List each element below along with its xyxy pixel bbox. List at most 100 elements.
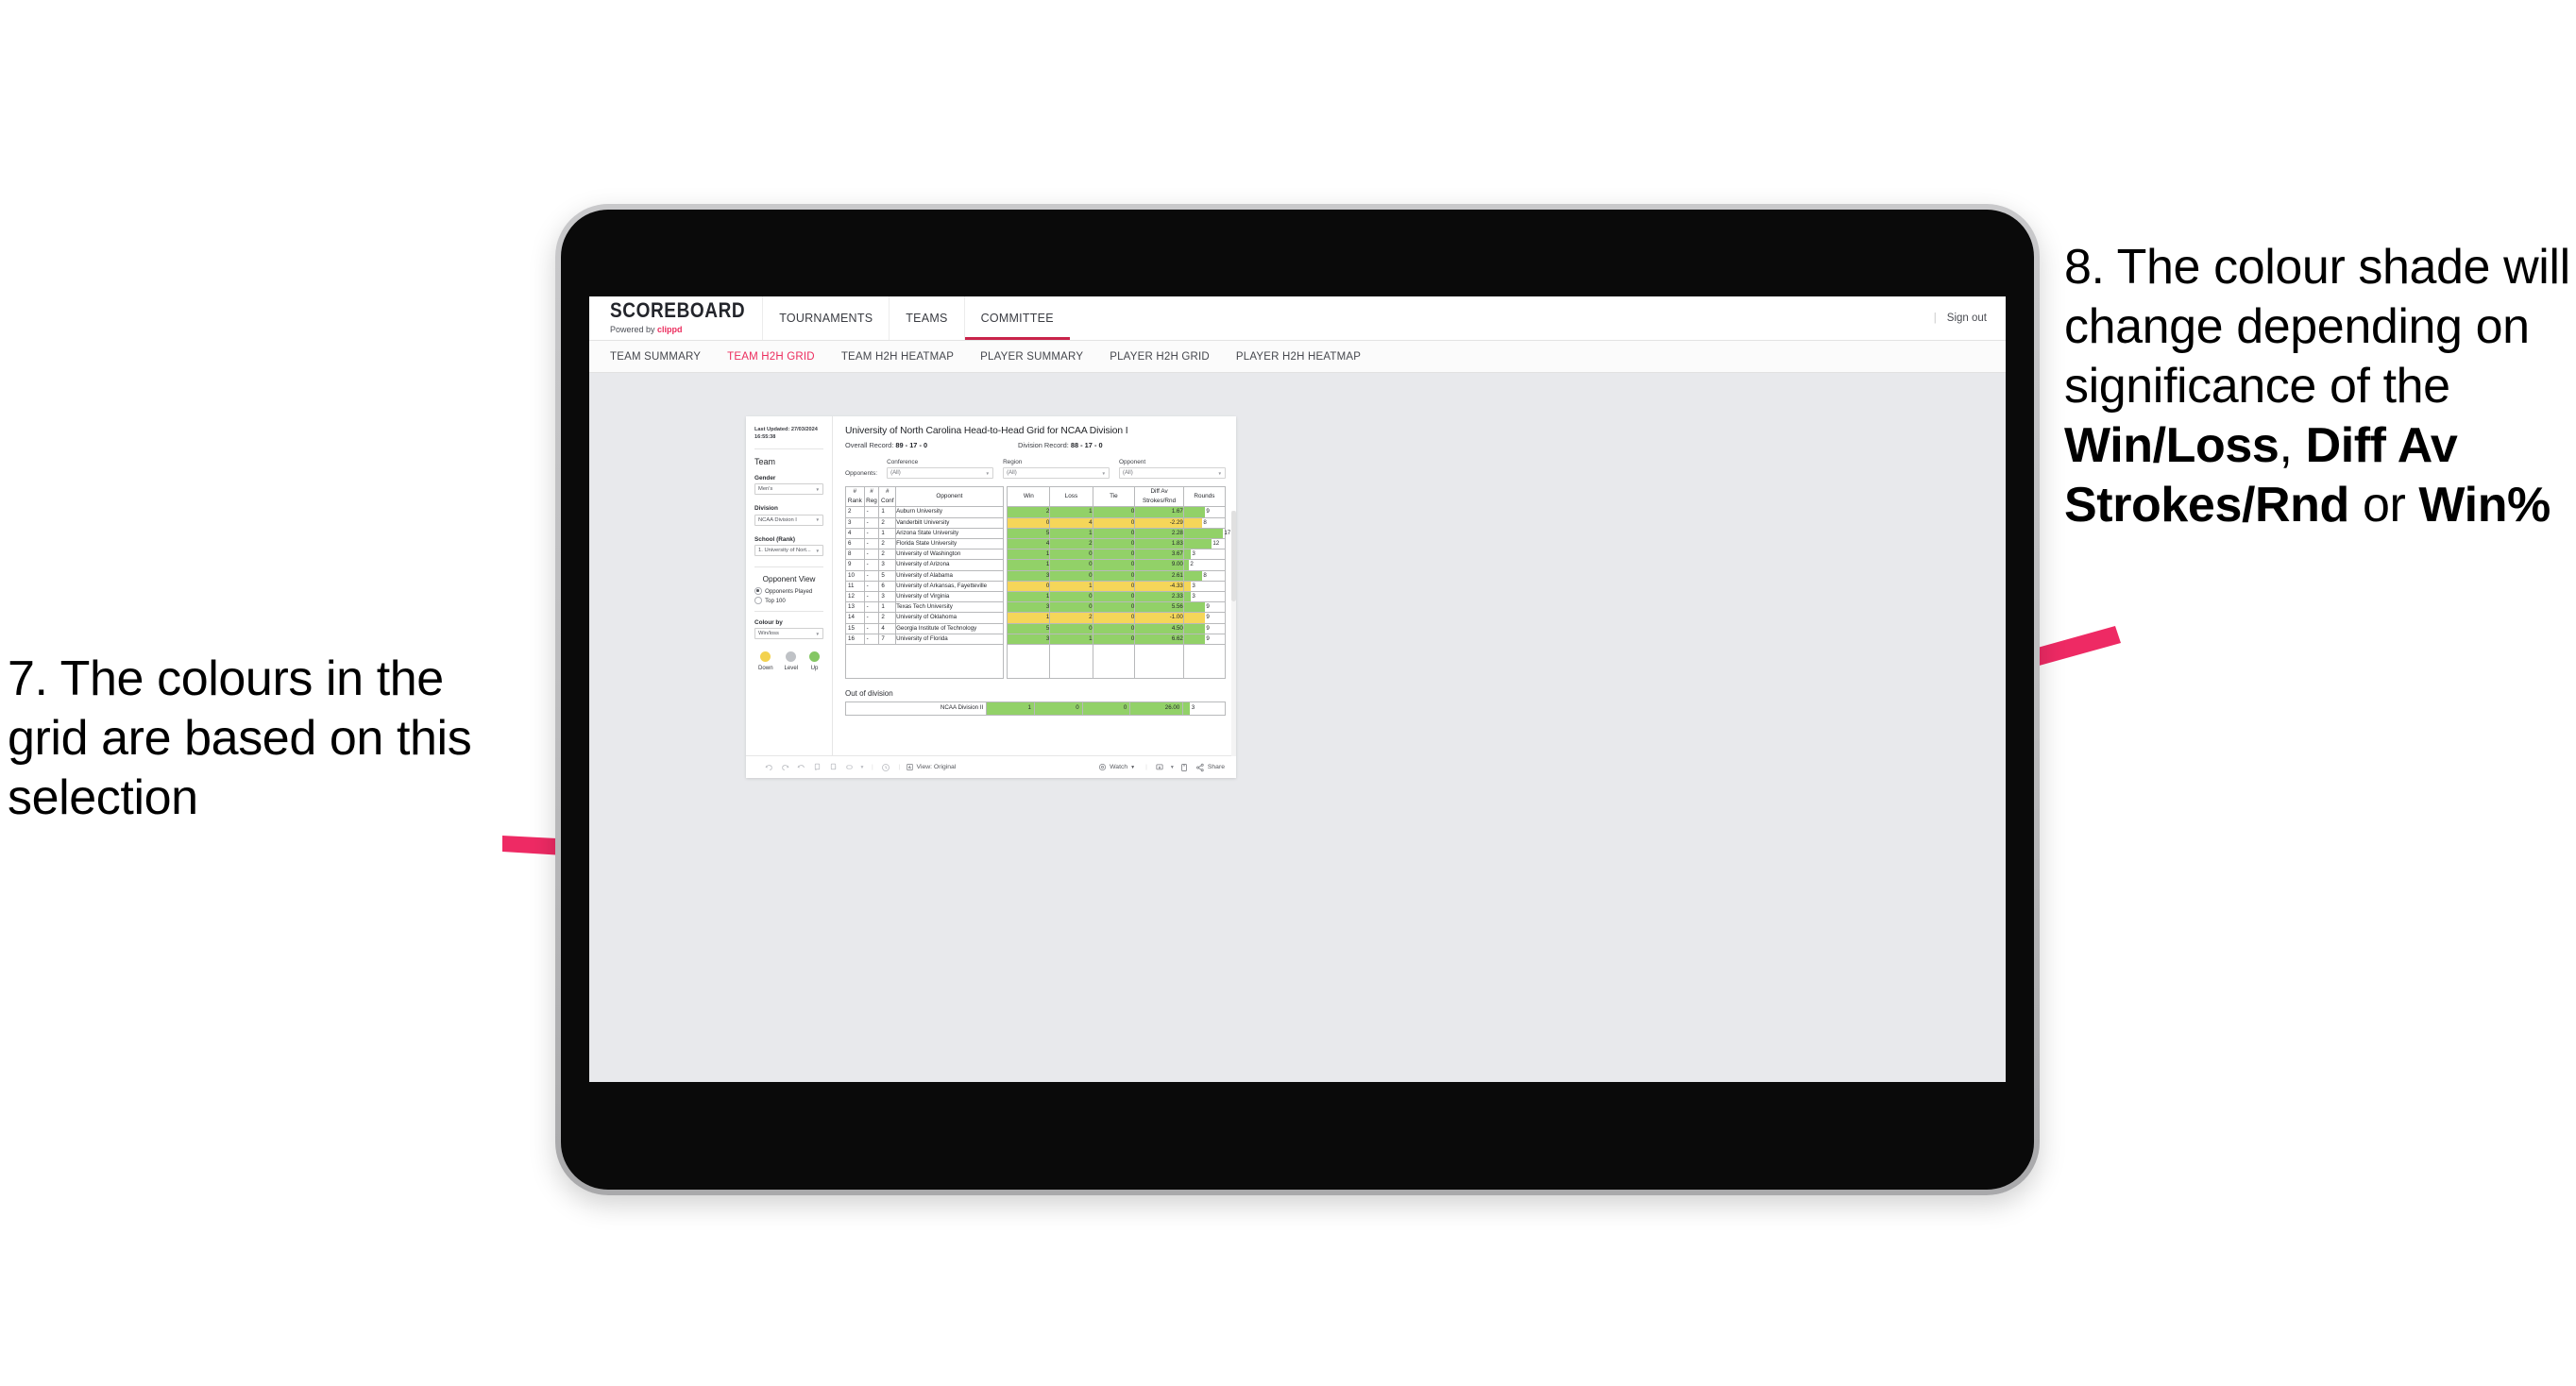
view-original-button[interactable]: View: Original — [906, 763, 956, 771]
rounds-value: 9 — [1206, 624, 1210, 632]
col-conf: # Conf — [878, 485, 897, 508]
table-row[interactable]: 4-1 Arizona State University 5 1 0 2.28 17 — [845, 527, 1230, 540]
scrollbar-thumb[interactable] — [1231, 511, 1236, 601]
cell-conf: 7 — [878, 633, 897, 646]
rounds-bar — [1183, 634, 1205, 645]
sign-out-link[interactable]: Sign out — [1947, 313, 1987, 324]
tab-team-h2h-heatmap[interactable]: TEAM H2H HEATMAP — [841, 351, 971, 363]
filter-opponent-select[interactable]: (All) ▼ — [1119, 467, 1226, 479]
cell-diff: 26.00 — [1129, 701, 1184, 716]
cell-tie: 0 — [1092, 580, 1136, 593]
annotation-8-bold1: Win/Loss — [2064, 417, 2279, 473]
browser-viewport: SCOREBOARD Powered by clippd TOURNAMENTS… — [589, 296, 2006, 1082]
col-win: Win — [1007, 485, 1051, 508]
dropdown-caret-icon[interactable]: ▼ — [857, 765, 867, 770]
cell-conf: 2 — [878, 549, 897, 561]
division-select[interactable]: NCAA Division I ▼ — [754, 514, 823, 526]
table-row[interactable]: 14-2 University of Oklahoma 1 2 0 -1.00 9 — [845, 612, 1227, 624]
cell-rounds: 12 — [1182, 538, 1227, 550]
table-row[interactable]: 3-2 Vanderbilt University 0 4 0 -2.29 8 — [845, 516, 1227, 529]
filler-diff — [1134, 644, 1184, 680]
cell-rank: 15 — [845, 622, 865, 634]
table-row[interactable]: 2-1 Auburn University 2 1 0 1.67 9 — [845, 506, 1227, 518]
filter-region-select[interactable]: (All) ▼ — [1003, 467, 1110, 479]
table-row[interactable]: 9-3 University of Arizona 1 0 0 9.00 2 — [845, 559, 1227, 571]
dropdown-caret-icon[interactable]: ▼ — [1168, 765, 1177, 770]
cell-loss: 1 — [1049, 527, 1093, 540]
tab-team-h2h-grid[interactable]: TEAM H2H GRID — [727, 351, 832, 363]
filter-sidebar: Last Updated: 27/03/2024 16:55:38 Team G… — [746, 416, 833, 755]
rounds-value: 3 — [1192, 550, 1195, 558]
download-icon[interactable] — [1152, 763, 1168, 772]
school-select[interactable]: 1. University of Nort... ▼ — [754, 545, 823, 557]
table-row[interactable]: 12-3 University of Virginia 1 0 0 2.33 3 — [845, 591, 1227, 603]
undo-icon[interactable] — [761, 763, 777, 771]
cell-rounds: 9 — [1182, 612, 1227, 624]
cell-diff: 2.28 — [1134, 527, 1184, 540]
divider — [754, 610, 823, 612]
cell-opponent: University of Alabama — [895, 569, 1004, 582]
division-record: Division Record: 88 - 17 - 0 — [1018, 441, 1103, 449]
cell-opponent: University of Arizona — [895, 559, 1004, 571]
cell-reg: - — [863, 612, 880, 624]
filter-icon[interactable] — [841, 763, 857, 771]
cell-loss: 4 — [1049, 516, 1093, 529]
col-reg: # Reg — [863, 485, 880, 508]
fullscreen-icon[interactable] — [1177, 763, 1193, 772]
table-row[interactable]: 16-7 University of Florida 3 1 0 6.62 9 — [845, 633, 1227, 646]
cell-rank: 13 — [845, 601, 865, 614]
brand-subtitle: Powered by clippd — [610, 326, 745, 334]
filter-conference-select[interactable]: (All) ▼ — [887, 467, 994, 479]
cell-opponent: University of Washington — [895, 549, 1004, 561]
pause-icon[interactable] — [825, 763, 841, 771]
nav-item-committee[interactable]: COMMITTEE — [963, 296, 1071, 340]
cell-diff: 2.61 — [1134, 569, 1184, 582]
cell-rounds: 3 — [1182, 591, 1227, 603]
gender-select[interactable]: Men's ▼ — [754, 483, 823, 496]
table-row[interactable]: 15-4 Georgia Institute of Technology 5 0 0 4.… — [845, 622, 1227, 634]
colour-by-select[interactable]: Win/loss ▼ — [754, 628, 823, 640]
nav-item-tournaments[interactable]: TOURNAMENTS — [762, 296, 889, 340]
cell-opponent: University of Florida — [895, 633, 1004, 646]
table-row[interactable]: 10-5 University of Alabama 3 0 0 2.61 8 — [845, 569, 1227, 582]
table-row[interactable]: 6-2 Florida State University 4 2 0 1.83 12 — [845, 538, 1227, 550]
share-button[interactable]: Share — [1195, 763, 1225, 772]
table-row[interactable]: 8-2 University of Washington 1 0 0 3.67 3 — [845, 549, 1227, 561]
redo-icon[interactable] — [777, 763, 793, 771]
cell-loss: 1 — [1049, 580, 1093, 593]
revert-icon[interactable] — [793, 763, 809, 771]
cell-reg: - — [863, 527, 880, 540]
table-row[interactable]: 11-6 University of Arkansas, Fayetteville… — [845, 580, 1227, 593]
nav-item-teams[interactable]: TEAMS — [889, 296, 963, 340]
filler-loss — [1049, 644, 1093, 680]
out-of-division-title: Out of division — [845, 689, 893, 699]
tab-team-summary[interactable]: TEAM SUMMARY — [610, 351, 718, 363]
watch-button[interactable]: Watch ▼ — [1098, 763, 1135, 771]
tablet-device: SCOREBOARD Powered by clippd TOURNAMENTS… — [555, 204, 2040, 1195]
cell-diff: -2.29 — [1134, 516, 1184, 529]
table-row[interactable]: 13-1 Texas Tech University 3 0 0 5.56 9 — [845, 601, 1227, 614]
cell-reg: - — [863, 506, 880, 518]
refresh-icon[interactable] — [809, 763, 825, 771]
cell-opponent: Auburn University — [895, 506, 1004, 518]
radio-opponents-played[interactable]: Opponents Played — [754, 587, 823, 595]
cell-rank: 6 — [845, 538, 865, 550]
cell-win: 1 — [1007, 591, 1051, 603]
clock-icon[interactable] — [878, 763, 894, 772]
cell-win: 0 — [1007, 580, 1051, 593]
radio-top-100[interactable]: Top 100 — [754, 597, 823, 604]
tab-player-h2h-grid[interactable]: PLAYER H2H GRID — [1110, 351, 1227, 363]
rounds-value: 3 — [1192, 582, 1195, 589]
tab-player-summary[interactable]: PLAYER SUMMARY — [980, 351, 1100, 363]
tab-player-h2h-heatmap[interactable]: PLAYER H2H HEATMAP — [1236, 351, 1378, 363]
cell-rounds: 9 — [1182, 506, 1227, 518]
cell-rounds: 9 — [1182, 622, 1227, 634]
filter-region: Region (All) ▼ — [1003, 459, 1110, 479]
out-of-division-row[interactable]: NCAA Division II 1 0 0 26.00 3 — [844, 701, 1226, 716]
cell-loss: 0 — [1033, 701, 1083, 716]
cell-tie: 0 — [1092, 622, 1136, 634]
cell-opponent: Georgia Institute of Technology — [895, 622, 1004, 634]
cell-reg: - — [863, 559, 880, 571]
legend-item-down: Down — [758, 651, 773, 671]
rounds-value: 3 — [1191, 704, 1195, 712]
